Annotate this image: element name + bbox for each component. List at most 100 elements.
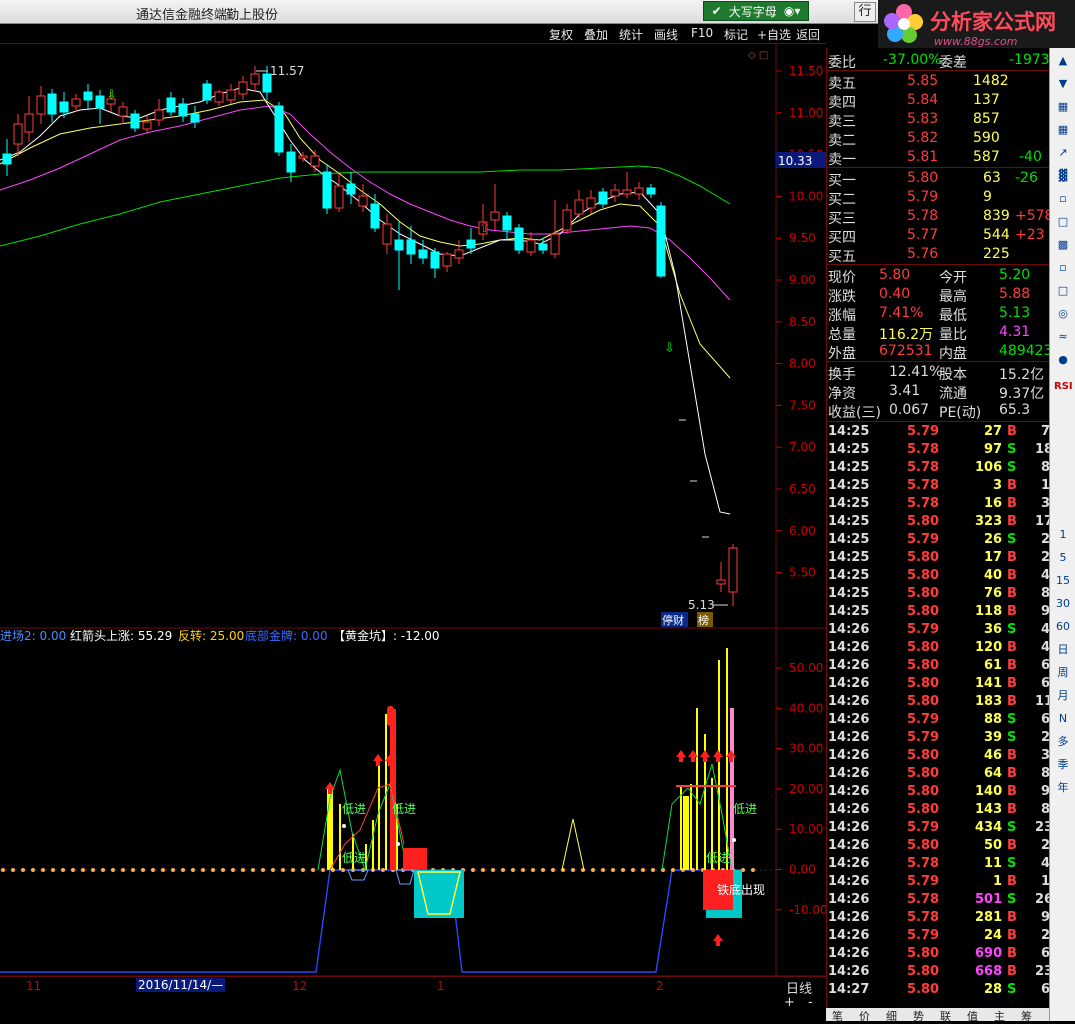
zoom-out-button[interactable]: - — [808, 995, 813, 1010]
tick-side: B — [1007, 658, 1017, 673]
quote-tab[interactable]: 价 — [859, 1008, 870, 1024]
ask-volume: 1482 — [973, 73, 1009, 89]
chart-corner-icons[interactable]: ◇ □ — [748, 50, 768, 61]
bid-row: 买五 5.76 225 — [827, 245, 1050, 265]
candle-up — [490, 211, 500, 221]
stat-value: 489423 — [999, 343, 1053, 359]
tick-row: 14:26 5.79 24 B 2 — [827, 927, 1050, 945]
kline-chart-area[interactable]: 11.5011.0010.5010.009.509.008.508.007.50… — [0, 44, 826, 976]
candle-down — [370, 203, 380, 229]
quote-menu-button[interactable]: 行 — [854, 2, 876, 22]
rsi-button[interactable]: RSI — [1054, 378, 1073, 396]
period-button[interactable]: 月 — [1054, 687, 1072, 705]
tick-row: 14:25 5.78 16 B 3 — [827, 495, 1050, 513]
stock-name: 勤上股份 — [226, 8, 279, 23]
zoom-in-button[interactable]: + — [784, 995, 795, 1010]
candle-up — [214, 91, 224, 103]
legend-gold-pit: 【黄金坑】: -12.00 — [333, 628, 440, 643]
tick-volume: 120 — [975, 640, 1003, 655]
wave-icon[interactable]: ≈ — [1054, 328, 1072, 346]
toolbar-mark-button[interactable]: 标记 — [724, 26, 748, 42]
tick-side: B — [1007, 568, 1017, 583]
candle-up — [610, 189, 620, 197]
candle-up — [442, 253, 452, 267]
zero-line-dot — [581, 868, 585, 872]
tick-price: 5.80 — [907, 802, 940, 817]
toolbar-stats-button[interactable]: 统计 — [619, 26, 643, 42]
quote-tab[interactable]: 细 — [886, 1008, 897, 1024]
period-button[interactable]: 30 — [1054, 595, 1072, 613]
ime-toolbar[interactable]: ✔ 大写字母 ◉▾ — [703, 1, 809, 21]
toolbar-back-button[interactable]: 返回 — [796, 26, 820, 42]
ime-icon: ✔ — [711, 4, 722, 18]
ask-volume: 857 — [973, 111, 1000, 127]
badge-bang-label: 榜 — [698, 613, 709, 627]
price-annotations: 11.57 5.13 10.33 停财 榜 ⇩ ⇩ ⇧ ◇ □ — [106, 50, 826, 627]
date-tick: 11 — [26, 979, 42, 993]
tick-row: 14:26 5.80 46 B 3 — [827, 747, 1050, 765]
toolbar-overlay-button[interactable]: 叠加 — [584, 26, 608, 42]
fo-icon[interactable]: ▩ — [1054, 236, 1072, 254]
stat-label: PE(动) — [939, 405, 982, 421]
quote-tab[interactable]: 筹 — [1021, 1008, 1032, 1024]
toolbar-fuquan-button[interactable]: 复权 — [549, 26, 573, 42]
tick-volume: 140 — [975, 784, 1003, 799]
down-arrow-icon: ⇩ — [106, 88, 117, 103]
bid-row: 买三 5.78 839 +578 — [827, 207, 1053, 227]
indicator-axis-label: 30.00 — [789, 742, 823, 756]
fund-icon[interactable]: ▫ — [1054, 190, 1072, 208]
period-button[interactable]: 60 — [1054, 618, 1072, 636]
candlesticks — [2, 66, 738, 606]
bar-icon[interactable]: ▓ — [1054, 167, 1072, 185]
period-button[interactable]: 年 — [1054, 779, 1072, 797]
tick-time: 14:25 — [828, 460, 870, 475]
bid-volume: 63 — [983, 170, 1001, 186]
period-button[interactable]: 多 — [1054, 733, 1072, 751]
tick-time: 14:25 — [828, 514, 870, 529]
period-button[interactable]: 15 — [1054, 572, 1072, 590]
candle-up — [716, 579, 726, 585]
tick-row: 14:26 5.80 183 B 11 — [827, 693, 1053, 711]
candle-up — [298, 155, 308, 159]
signal-dot — [342, 824, 346, 828]
toolbar-draw-button[interactable]: 画线 — [654, 26, 678, 42]
period-button[interactable]: 季 — [1054, 756, 1072, 774]
tick-price: 5.79 — [907, 424, 940, 439]
quote-tab[interactable]: 联 — [940, 1008, 951, 1024]
quote-tab[interactable]: 势 — [913, 1008, 924, 1024]
period-button[interactable]: 1 — [1054, 526, 1072, 544]
tick-price: 5.79 — [907, 622, 940, 637]
period-button[interactable]: 日 — [1054, 641, 1072, 659]
ask-row: 卖一 5.81 587 -40 — [827, 148, 1050, 168]
box-icon[interactable]: □ — [1054, 213, 1072, 231]
table-icon[interactable]: ▦ — [1054, 121, 1072, 139]
candle-down — [47, 93, 57, 115]
toolbar-f10-button[interactable]: F10 — [691, 26, 713, 42]
calc-icon[interactable]: □ — [1054, 282, 1072, 300]
scroll-down-icon[interactable]: ▼ — [1054, 75, 1072, 93]
quote-tab[interactable]: 笔 — [832, 1008, 843, 1024]
fz-icon[interactable]: ▫ — [1054, 259, 1072, 277]
quote-tab[interactable]: 值 — [967, 1008, 978, 1024]
zero-line-dot — [591, 868, 595, 872]
tick-price: 5.80 — [907, 604, 940, 619]
tick-price: 5.80 — [907, 658, 940, 673]
tick-volume: 281 — [975, 910, 1003, 925]
dollar-icon[interactable]: ● — [1054, 351, 1072, 369]
tick-price: 5.78 — [907, 460, 940, 475]
quote-tab[interactable]: 主 — [994, 1008, 1005, 1024]
scroll-up-icon[interactable]: ▲ — [1054, 52, 1072, 70]
circle-icon[interactable]: ◎ — [1054, 305, 1072, 323]
period-button[interactable]: 5 — [1054, 549, 1072, 567]
stat-value: 5.13 — [999, 305, 1031, 321]
stat-label: 换手 — [828, 367, 856, 383]
legend-reversal: 反转: 25.00 — [178, 628, 244, 643]
tick-volume: 46 — [984, 748, 1003, 763]
trend-icon[interactable]: ↗ — [1054, 144, 1072, 162]
grid-icon[interactable]: ▦ — [1054, 98, 1072, 116]
period-button[interactable]: N — [1054, 710, 1072, 728]
toolbar-add-watchlist-button[interactable]: +自选 — [757, 26, 791, 42]
ask-label: 卖二 — [828, 133, 856, 149]
zero-line-dot — [611, 868, 615, 872]
period-button[interactable]: 周 — [1054, 664, 1072, 682]
